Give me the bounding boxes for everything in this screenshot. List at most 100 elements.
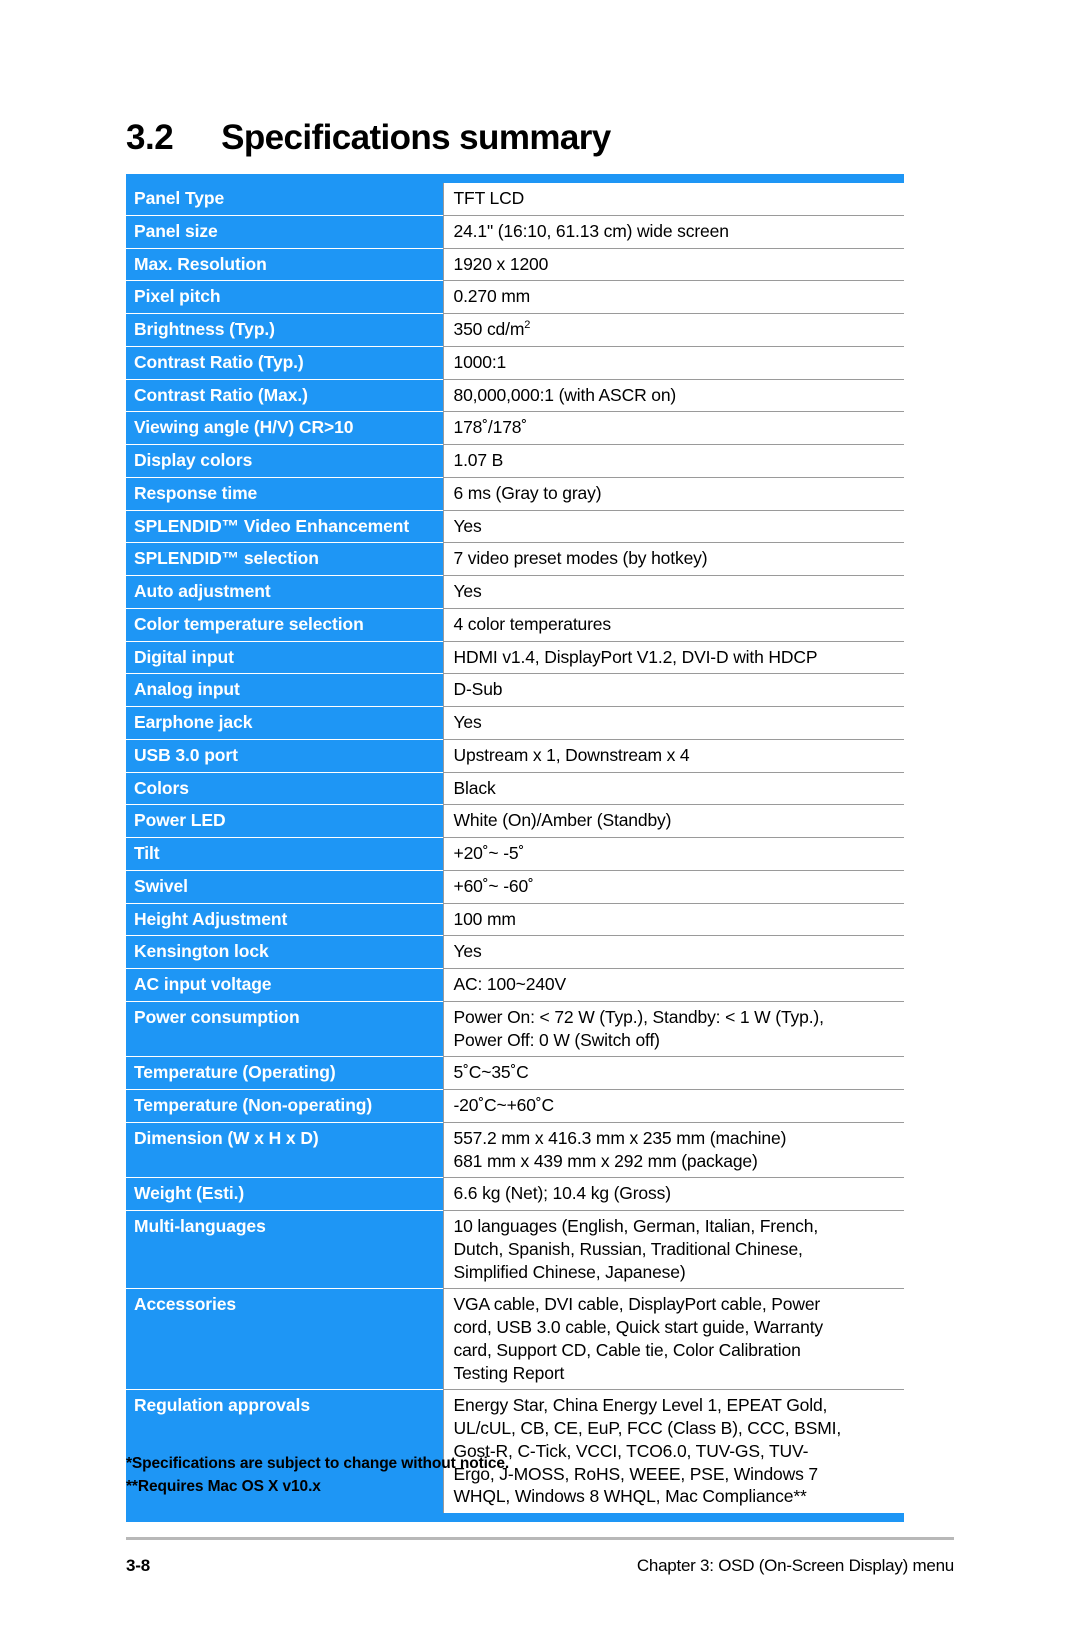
spec-value: 557.2 mm x 416.3 mm x 235 mm (machine) 6… — [442, 1121, 904, 1178]
footnote-specifications: *Specifications are subject to change wi… — [126, 1455, 510, 1472]
spec-value: 7 video preset modes (by hotkey) — [442, 542, 904, 576]
table-row: Power LED White (On)/Amber (Standby) — [126, 804, 904, 838]
spec-value: Yes — [442, 706, 904, 740]
spec-value: AC: 100~240V — [442, 968, 904, 1002]
table-row: Accessories VGA cable, DVI cable, Display… — [126, 1288, 904, 1390]
spec-value: D-Sub — [442, 673, 904, 707]
spec-label: Color temperature selection — [126, 607, 443, 641]
spec-value: Yes — [442, 509, 904, 543]
table-row: Analog input D-Sub — [126, 673, 904, 707]
spec-label: Tilt — [126, 837, 443, 871]
spec-value: -20˚C~+60˚C — [442, 1089, 904, 1123]
table-bottom-accent-bar-cell — [126, 1513, 904, 1522]
spec-value: 1.07 B — [442, 444, 904, 478]
spec-value: Yes — [442, 575, 904, 609]
spec-value: White (On)/Amber (Standby) — [442, 804, 904, 838]
footer-divider — [126, 1537, 954, 1540]
spec-value: 6 ms (Gray to gray) — [442, 476, 904, 510]
spec-value: 1920 x 1200 — [442, 247, 904, 281]
table-row: Tilt +20˚~ -5˚ — [126, 837, 904, 871]
section-number: 3.2 — [126, 118, 174, 157]
spec-label: Colors — [126, 771, 443, 805]
spec-label: Auto adjustment — [126, 575, 443, 609]
table-row: Pixel pitch 0.270 mm — [126, 280, 904, 314]
spec-label: Contrast Ratio (Max.) — [126, 378, 443, 412]
table-row: SPLENDID™ Video Enhancement Yes — [126, 509, 904, 543]
spec-value: Black — [442, 771, 904, 805]
spec-label: Weight (Esti.) — [126, 1177, 443, 1211]
spec-label: Multi-languages — [126, 1209, 443, 1289]
spec-value: 80,000,000:1 (with ASCR on) — [442, 378, 904, 412]
spec-value: +60˚~ -60˚ — [442, 869, 904, 903]
table-row: Temperature (Operating) 5˚C~35˚C — [126, 1056, 904, 1090]
spec-label: Panel Type — [126, 183, 443, 216]
table-row: USB 3.0 port Upstream x 1, Downstream x 4 — [126, 738, 904, 772]
table-top-accent-bar — [126, 174, 904, 183]
table-row: Weight (Esti.) 6.6 kg (Net); 10.4 kg (Gro… — [126, 1177, 904, 1211]
spec-label: Display colors — [126, 444, 443, 478]
table-row: Dimension (W x H x D) 557.2 mm x 416.3 mm… — [126, 1121, 904, 1178]
table-row: AC input voltage AC: 100~240V — [126, 968, 904, 1002]
table-row: Kensington lock Yes — [126, 935, 904, 969]
table-row: Contrast Ratio (Max.) 80,000,000:1 (with … — [126, 378, 904, 412]
footnotes: *Specifications are subject to change wi… — [126, 1452, 509, 1499]
table-row: Colors Black — [126, 771, 904, 805]
spec-label: AC input voltage — [126, 968, 443, 1002]
table-row: Multi-languages 10 languages (English, Ge… — [126, 1209, 904, 1289]
page-footer: 3-8 Chapter 3: OSD (On-Screen Display) m… — [126, 1556, 954, 1576]
page-title: Specifications summary — [221, 118, 611, 157]
spec-label: Max. Resolution — [126, 247, 443, 281]
spec-value: Upstream x 1, Downstream x 4 — [442, 738, 904, 772]
table-row: SPLENDID™ selection 7 video preset modes … — [126, 542, 904, 576]
footer-page-number: 3-8 — [126, 1556, 150, 1575]
table-row: Power consumption Power On: < 72 W (Typ.)… — [126, 1000, 904, 1057]
spec-label: Earphone jack — [126, 706, 443, 740]
table-row: Response time 6 ms (Gray to gray) — [126, 476, 904, 510]
spec-value: 100 mm — [442, 902, 904, 936]
table-row: Digital input HDMI v1.4, DisplayPort V1.2… — [126, 640, 904, 674]
spec-value: Power On: < 72 W (Typ.), Standby: < 1 W … — [442, 1000, 904, 1057]
table-bottom-accent-bar — [126, 1513, 904, 1522]
spec-label: Power LED — [126, 804, 443, 838]
table-row: Auto adjustment Yes — [126, 575, 904, 609]
spec-label: Accessories — [126, 1288, 443, 1390]
table-row: Swivel +60˚~ -60˚ — [126, 869, 904, 903]
spec-value: 0.270 mm — [442, 280, 904, 314]
table-row: Panel size 24.1" (16:10, 61.13 cm) wide s… — [126, 214, 904, 248]
spec-value: 24.1" (16:10, 61.13 cm) wide screen — [442, 214, 904, 248]
spec-value: 1000:1 — [442, 345, 904, 379]
spec-value: 4 color temperatures — [442, 607, 904, 641]
spec-value: Yes — [442, 935, 904, 969]
document-page: 3.2 Specifications summary Panel Type TFT… — [0, 0, 1080, 1627]
spec-label: Digital input — [126, 640, 443, 674]
spec-value: +20˚~ -5˚ — [442, 837, 904, 871]
spec-label: Brightness (Typ.) — [126, 313, 443, 347]
table-row: Contrast Ratio (Typ.) 1000:1 — [126, 345, 904, 379]
spec-label: Kensington lock — [126, 935, 443, 969]
spec-value-superscript: 2 — [524, 319, 531, 332]
section-heading: 3.2 Specifications summary — [126, 118, 611, 158]
table-row: Brightness (Typ.) 350 cd/m2 — [126, 313, 904, 347]
spec-value: 350 cd/m2 — [442, 313, 904, 347]
spec-label: Contrast Ratio (Typ.) — [126, 345, 443, 379]
spec-value: 178˚/178˚ — [442, 411, 904, 445]
spec-value: TFT LCD — [442, 183, 904, 216]
spec-value: VGA cable, DVI cable, DisplayPort cable,… — [442, 1288, 904, 1390]
table-top-accent-bar-cell — [126, 174, 904, 183]
table-row: Temperature (Non-operating) -20˚C~+60˚C — [126, 1089, 904, 1123]
spec-label: Response time — [126, 476, 443, 510]
spec-label: Dimension (W x H x D) — [126, 1121, 443, 1178]
table-row: Color temperature selection 4 color tempe… — [126, 607, 904, 641]
spec-label: SPLENDID™ selection — [126, 542, 443, 576]
spec-label: Height Adjustment — [126, 902, 443, 936]
spec-value: 5˚C~35˚C — [442, 1056, 904, 1090]
table-row: Height Adjustment 100 mm — [126, 902, 904, 936]
spec-label: Temperature (Non-operating) — [126, 1089, 443, 1123]
spec-label: Swivel — [126, 869, 443, 903]
spec-label: Power consumption — [126, 1000, 443, 1057]
specifications-table: Panel Type TFT LCD Panel size 24.1" (16:10,… — [126, 174, 904, 1522]
table-row: Viewing angle (H/V) CR>10 178˚/178˚ — [126, 411, 904, 445]
spec-label: Panel size — [126, 214, 443, 248]
spec-label: Pixel pitch — [126, 280, 443, 314]
spec-label: Temperature (Operating) — [126, 1056, 443, 1090]
